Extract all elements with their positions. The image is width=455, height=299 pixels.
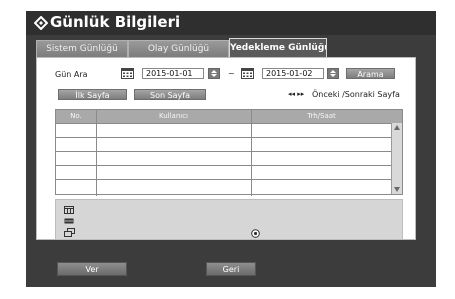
column-header-user: Kullanıcı xyxy=(158,112,189,120)
radio-indicator-icon xyxy=(251,229,260,238)
page-title: Günlük Bilgileri xyxy=(50,13,181,31)
table-row[interactable] xyxy=(56,123,392,137)
row-divider xyxy=(56,179,392,180)
title-bar: Günlük Bilgileri xyxy=(26,11,436,35)
storage-device-icon xyxy=(64,218,74,224)
calendar-small-icon xyxy=(64,206,74,214)
backup-copy-icon xyxy=(64,228,75,237)
search-button[interactable]: Arama xyxy=(346,68,395,79)
column-divider xyxy=(96,110,97,196)
prev-next-page-label[interactable]: Önceki /Sonraki Sayfa xyxy=(312,90,400,99)
last-page-button[interactable]: Son Sayfa xyxy=(134,89,206,100)
backup-log-table: No. Kullanıcı Trh/Saat xyxy=(55,109,403,196)
table-header: No. Kullanıcı Trh/Saat xyxy=(56,110,402,123)
row-divider xyxy=(56,151,392,152)
scroll-down-icon[interactable] xyxy=(394,187,400,192)
column-divider xyxy=(251,110,252,196)
first-page-button[interactable]: İlk Sayfa xyxy=(58,89,127,100)
table-row[interactable] xyxy=(56,137,392,151)
row-divider xyxy=(56,137,392,138)
column-header-datetime: Trh/Saat xyxy=(307,112,336,120)
scroll-up-icon[interactable] xyxy=(394,125,400,130)
table-scrollbar[interactable] xyxy=(391,123,402,194)
range-separator: ~ xyxy=(228,69,235,78)
calendar-icon[interactable] xyxy=(121,68,134,79)
end-date-stepper[interactable] xyxy=(327,68,339,79)
tab-event-log[interactable]: Olay Günlüğü xyxy=(128,40,229,57)
view-button[interactable]: Ver xyxy=(57,262,127,276)
tab-backup-log[interactable]: Yedekleme Günlüğü xyxy=(229,38,327,57)
calendar-icon[interactable] xyxy=(241,68,254,79)
table-row[interactable] xyxy=(56,179,392,193)
back-button[interactable]: Geri xyxy=(206,262,256,276)
table-row[interactable] xyxy=(56,151,392,165)
date-range-label: Gün Ara xyxy=(55,70,88,79)
diamond-icon xyxy=(34,16,48,30)
page-nav-arrows-icon[interactable]: ◂◂ ▸▸ xyxy=(288,90,304,98)
end-date-field[interactable]: 2015-01-02 xyxy=(262,68,324,79)
detail-panel xyxy=(55,199,403,240)
row-divider xyxy=(56,165,392,166)
start-date-stepper[interactable] xyxy=(208,68,220,79)
column-header-no: No. xyxy=(70,112,82,120)
table-row[interactable] xyxy=(56,165,392,179)
row-divider xyxy=(56,123,392,124)
tab-system-log[interactable]: Sistem Günlüğü xyxy=(36,40,128,57)
start-date-field[interactable]: 2015-01-01 xyxy=(142,68,204,79)
